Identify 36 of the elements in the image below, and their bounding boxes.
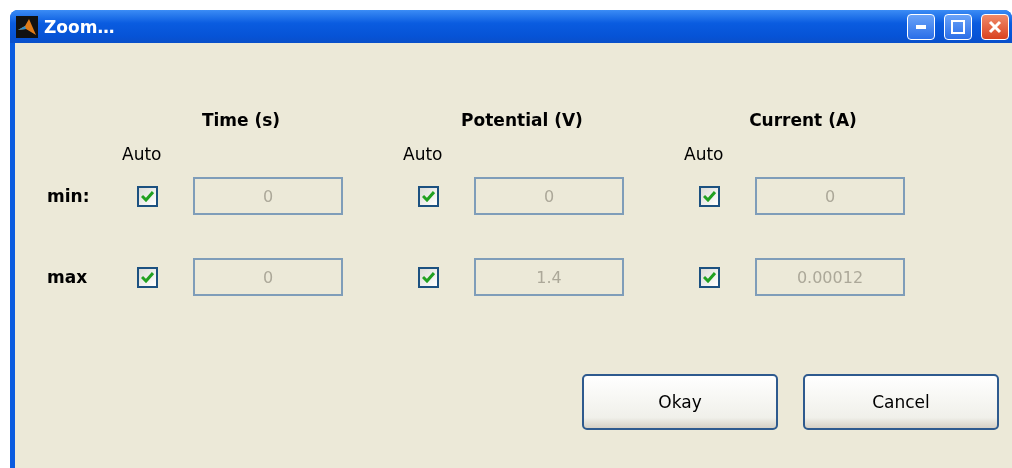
- dialog-button[interactable]: Okay: [582, 374, 778, 430]
- auto-label: Auto: [122, 144, 162, 164]
- checkmark-icon: [703, 271, 716, 283]
- checkmark-icon: [422, 190, 435, 202]
- auto-label: Auto: [684, 144, 724, 164]
- minimize-button[interactable]: [907, 13, 935, 40]
- row-label: max: [47, 267, 88, 287]
- checkmark-icon: [703, 190, 716, 202]
- checkmark-icon: [141, 271, 154, 283]
- window-title: Zoom…: [44, 16, 116, 37]
- checkbox[interactable]: [137, 185, 158, 207]
- value-field[interactable]: 0: [193, 258, 343, 296]
- checkbox[interactable]: [699, 266, 720, 288]
- checkmark-icon: [141, 190, 154, 202]
- value-field[interactable]: 0.00012: [755, 258, 905, 296]
- close-icon: [988, 19, 1002, 34]
- checkbox[interactable]: [418, 266, 439, 288]
- checkbox[interactable]: [418, 185, 439, 207]
- column-heading: Current (A): [749, 110, 857, 130]
- row-label: min:: [47, 186, 90, 206]
- column-heading: Time (s): [201, 110, 281, 130]
- maximize-icon: [951, 19, 965, 34]
- column-heading: Potential (V): [461, 110, 583, 130]
- value-field[interactable]: 0: [755, 177, 905, 215]
- checkbox[interactable]: [137, 266, 158, 288]
- value-field[interactable]: 0: [193, 177, 343, 215]
- dialog-button[interactable]: Cancel: [803, 374, 999, 430]
- app-icon: [16, 15, 38, 38]
- checkbox[interactable]: [699, 185, 720, 207]
- maximize-button[interactable]: [944, 13, 972, 40]
- value-field[interactable]: 0: [474, 177, 624, 215]
- value-field[interactable]: 1.4: [474, 258, 624, 296]
- minimize-icon: [916, 24, 926, 29]
- close-button[interactable]: [981, 13, 1009, 40]
- auto-label: Auto: [403, 144, 443, 164]
- checkmark-icon: [422, 271, 435, 283]
